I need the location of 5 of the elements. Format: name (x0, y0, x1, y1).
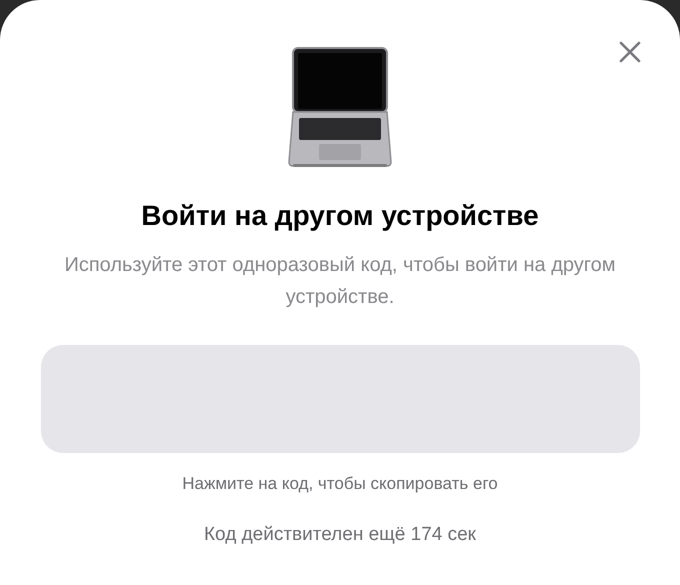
dialog-description: Используйте этот одноразовый код, чтобы войти на другом устройстве. (63, 253, 617, 310)
expiry-timer: Код действителен ещё 174 сек (204, 522, 476, 546)
close-icon (619, 41, 641, 63)
copy-hint: Нажмите на код, чтобы скопировать его (182, 473, 498, 495)
dialog-title: Войти на другом устройстве (141, 199, 539, 233)
